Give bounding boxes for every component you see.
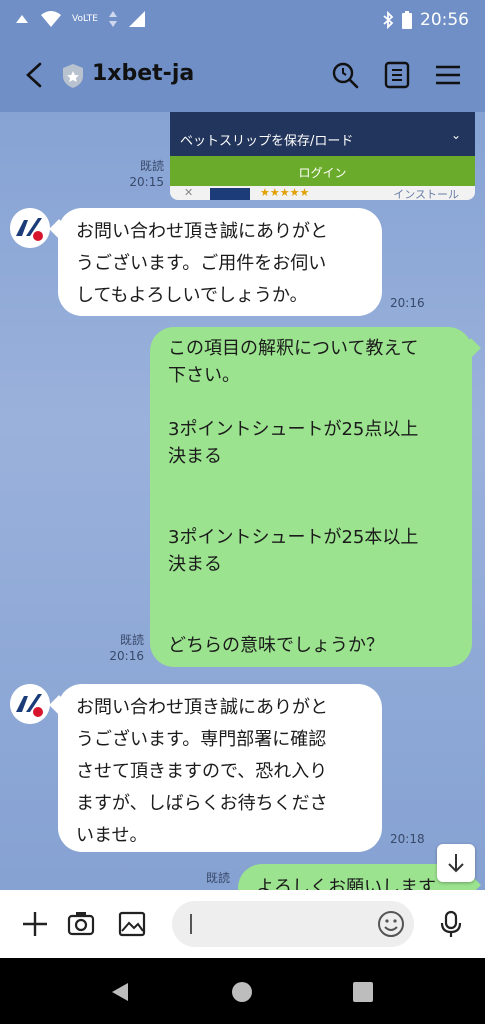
message-line: うございます。専門部署に確認 <box>76 729 327 750</box>
signal-icon <box>128 11 145 27</box>
message-meta: 既読 20:16 <box>104 632 144 664</box>
message-line: うございます。ご用件をお伺い <box>76 253 327 274</box>
message-line: 決まる <box>168 446 222 467</box>
image-icon[interactable] <box>117 909 147 939</box>
search-icon[interactable] <box>330 60 360 90</box>
status-bar: VoLTE 20:56 <box>0 0 485 40</box>
wifi-icon <box>41 11 61 27</box>
avatar[interactable] <box>10 684 50 724</box>
recents-square-icon[interactable] <box>352 981 374 1003</box>
message-line: 3ポイントシュートが25点以上 <box>168 419 419 440</box>
plus-icon[interactable] <box>20 909 50 939</box>
preview-dropdown: ベットスリップを保存/ロード ⌄ <box>170 112 475 156</box>
menu-icon[interactable] <box>433 60 463 90</box>
message-line: どちらの意味でしょうか？ <box>168 635 384 656</box>
wifi-data-icon <box>16 15 28 23</box>
chat-area[interactable]: 既読 20:15 ベットスリップを保存/ロード ⌄ ログイン ✕ ★★★★★ イ… <box>0 112 485 890</box>
camera-icon[interactable] <box>66 909 96 939</box>
message-time: 20:15 <box>129 175 164 189</box>
message-time: 20:16 <box>390 296 425 310</box>
message-line <box>168 605 454 632</box>
message-time: 20:18 <box>390 832 425 846</box>
message-line: してもよろしいでしょうか。 <box>76 285 308 306</box>
close-icon: ✕ <box>184 186 194 199</box>
back-icon[interactable] <box>20 60 50 90</box>
read-receipt: 既読 <box>139 159 164 173</box>
avatar-1x-logo <box>10 208 50 248</box>
message-input-bar <box>0 890 485 958</box>
message-line: お問い合わせ頂き誠にありがと <box>76 697 328 718</box>
message-line <box>168 578 454 605</box>
microphone-icon[interactable] <box>436 909 466 939</box>
logo <box>210 188 250 200</box>
message-line: させて頂きますので、恐れ入り <box>76 761 328 782</box>
emoji-icon[interactable] <box>376 909 406 939</box>
message-line: ますが、しばらくお待ちくださ <box>76 793 328 814</box>
message-line: この項目の解釈について教えて <box>168 338 419 359</box>
preview-footer: ✕ ★★★★★ インストール <box>170 186 475 200</box>
message-line <box>168 497 454 524</box>
avatar[interactable] <box>10 208 50 248</box>
chat-header: 1xbet-ja <box>0 40 485 112</box>
avatar-1x-logo <box>10 684 50 724</box>
read-receipt: 既読 <box>205 871 230 885</box>
message-input[interactable] <box>172 901 414 947</box>
rating-stars: ★★★★★ <box>260 186 310 199</box>
data-arrows-icon <box>108 11 117 27</box>
message-line: 決まる <box>168 554 222 575</box>
install-text: インストール <box>393 188 459 200</box>
message-line: お問い合わせ頂き誠にありがと <box>76 221 328 242</box>
battery-icon <box>402 11 412 29</box>
message-bubble-me[interactable]: この項目の解釈について教えて 下さい。 3ポイントシュートが25点以上 決まる … <box>150 327 472 667</box>
scroll-to-bottom-button[interactable] <box>437 844 475 882</box>
status-time: 20:56 <box>420 10 469 30</box>
volte-icon: VoLTE <box>72 13 98 24</box>
message-line <box>168 470 454 497</box>
notes-icon[interactable] <box>382 60 412 90</box>
back-triangle-icon[interactable] <box>108 980 132 1004</box>
message-line: 下さい。 <box>168 365 240 386</box>
preview-dropdown-text: ベットスリップを保存/ロード <box>180 134 354 149</box>
text-cursor <box>190 914 192 934</box>
bluetooth-icon <box>383 11 394 29</box>
message-input-field[interactable] <box>196 909 380 941</box>
home-circle-icon[interactable] <box>230 980 254 1004</box>
message-line <box>168 389 454 416</box>
arrow-down-icon <box>448 854 464 873</box>
message-line: よろしくお願いします <box>256 877 436 890</box>
message-meta: 既読 <box>190 870 230 886</box>
message-line: いませ。 <box>76 825 148 846</box>
message-bubble-them[interactable]: お問い合わせ頂き誠にありがと うございます。専門部署に確認 させて頂きますので、… <box>58 684 382 852</box>
chat-title: 1xbet-ja <box>92 61 195 86</box>
volte-text: VoLTE <box>72 13 98 24</box>
read-receipt: 既読 <box>119 633 144 647</box>
chevron-down-icon: ⌄ <box>450 128 461 142</box>
message-bubble-them[interactable]: お問い合わせ頂き誠にありがと うございます。ご用件をお伺い してもよろしいでしょ… <box>58 208 382 316</box>
preview-login: ログイン <box>170 156 475 186</box>
message-line: 3ポイントシュートが25本以上 <box>168 527 419 548</box>
preview-login-text: ログイン <box>298 166 347 180</box>
shield-icon <box>63 64 83 88</box>
image-message[interactable]: ベットスリップを保存/ロード ⌄ ログイン ✕ ★★★★★ インストール <box>170 112 475 200</box>
system-nav-bar <box>0 958 485 1024</box>
message-meta: 既読 20:15 <box>120 158 164 190</box>
message-time: 20:16 <box>109 649 144 663</box>
